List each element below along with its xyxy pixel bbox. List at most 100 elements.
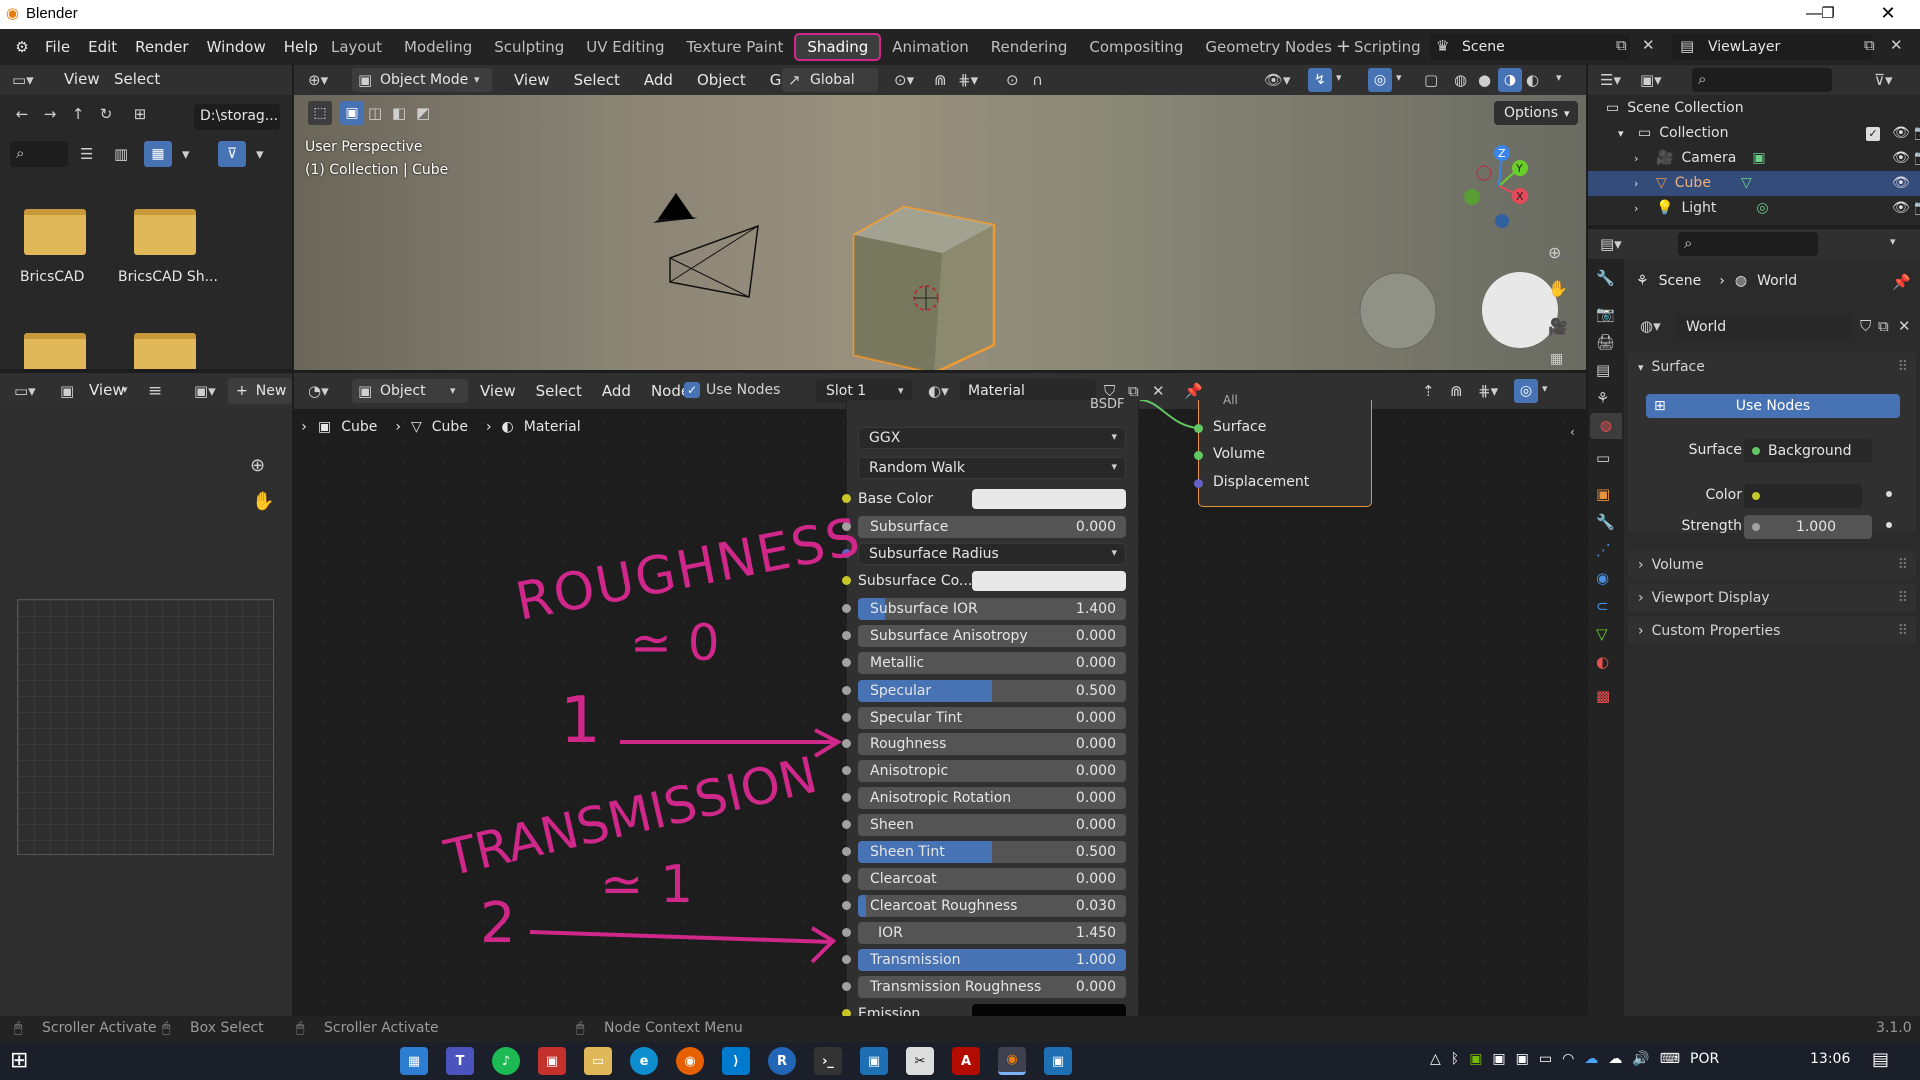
world-browse-icon[interactable]: ◍▾ [1640,317,1661,335]
ortho-toggle-icon[interactable]: ▦ [1550,351,1563,367]
eye-icon[interactable]: 👁 [1892,121,1910,146]
strength-field[interactable]: 1.000 [1744,515,1872,539]
use-nodes-button[interactable]: ⊞ Use Nodes [1646,394,1900,418]
object-tab-icon[interactable]: ▣ [1596,485,1610,503]
input-transmission[interactable]: Transmission 1.000 [858,949,1126,971]
hamburger-menu-icon[interactable]: ≡ [148,381,162,401]
tab-modeling[interactable]: Modeling [393,33,483,61]
vertical-list-icon[interactable]: ☰ [80,145,93,163]
windows-start-icon[interactable]: ⊞ [10,1048,36,1074]
eye-icon[interactable]: 👁 [1892,171,1910,196]
input-sheen[interactable]: Sheen 0.000 [858,814,1126,836]
modifier-tab-icon[interactable]: 🔧 [1596,513,1615,531]
remove-view-layer-icon[interactable]: ✕ [1890,36,1903,54]
volume-panel-header[interactable]: › Volume ⠿ [1628,551,1916,579]
input-ior[interactable]: IOR 1.450 [858,922,1126,944]
gpu-icon[interactable]: ▣ [1469,1051,1482,1067]
viewport-menu-object[interactable]: Object [685,71,758,89]
menu-render[interactable]: Render [126,38,197,56]
terminal-icon[interactable]: ›_ [814,1047,842,1075]
scene-tab-icon[interactable]: ⚘ [1596,389,1609,407]
tab-scripting[interactable]: Scripting [1343,33,1432,61]
tab-rendering[interactable]: Rendering [980,33,1079,61]
viewport-menu-view[interactable]: View [502,71,562,89]
folder-item[interactable]: BricsCAD Sh... [118,209,218,299]
fb-menu-view[interactable]: View [55,70,109,88]
snap-icon[interactable]: ⋒ [934,71,947,89]
tab-uv-editing[interactable]: UV Editing [575,33,675,61]
input-sheen-tint[interactable]: Sheen Tint 0.500 [858,841,1126,863]
menu-file[interactable]: File [36,38,79,56]
clock[interactable]: 13:06 [1810,1051,1850,1067]
wifi-icon[interactable]: ◠ [1562,1051,1574,1067]
pin-icon[interactable]: 📌 [1892,273,1911,291]
output-tab-icon[interactable]: 🖨 [1596,333,1615,351]
network-icon[interactable]: ⌨ [1660,1051,1680,1067]
new-folder-icon[interactable]: ⊞ [120,105,160,123]
bluetooth-icon[interactable]: ᛒ [1451,1051,1459,1067]
texture-tab-icon[interactable]: ▩ [1596,687,1610,705]
material-shading-icon[interactable]: ◑ [1498,68,1522,92]
edge-icon[interactable]: e [630,1047,658,1075]
physics-tab-icon[interactable]: ◉ [1596,569,1609,587]
rendered-shading-icon[interactable]: ◐ [1526,71,1539,89]
scene-selector[interactable]: Scene [1430,34,1630,60]
file-explorer-icon[interactable]: ▭ [584,1047,612,1075]
node-menu-view[interactable]: View [470,382,526,400]
collection-tab-icon[interactable]: ▭ [1596,449,1610,467]
gizmo-dropdown-icon[interactable]: ▾ [1336,71,1342,84]
vscode-icon[interactable]: ⟩ [722,1047,750,1075]
tab-animation[interactable]: Animation [881,33,979,61]
tab-sculpting[interactable]: Sculpting [483,33,575,61]
drive-icon[interactable]: △ [1430,1051,1441,1067]
world-name-field[interactable]: World [1676,315,1852,339]
thumbnail-view-icon[interactable]: ▦ [144,141,172,167]
xray-icon[interactable]: ▢ [1424,71,1438,89]
add-workspace-icon[interactable]: + [1336,36,1351,57]
keyframe-dot-icon[interactable] [1886,522,1892,528]
folder-icon[interactable] [24,333,86,369]
eye-icon[interactable]: 👁 [1892,146,1910,171]
checkbox-checked-icon[interactable]: ✓ [1866,127,1880,141]
outliner-scene-collection[interactable]: ▭ Scene Collection [1606,96,1916,121]
navigation-gizmo[interactable]: Z Y X [1454,141,1544,231]
app-icon[interactable]: ▣ [538,1047,566,1075]
input-subsurface-radius[interactable]: Subsurface Radius ▾ [858,543,1126,565]
expand-icon[interactable]: ▾ [1618,121,1634,146]
render-tab-icon[interactable]: 📷 [1596,305,1615,323]
duplicate-material-icon[interactable]: ⧉ [1128,382,1139,400]
horizontal-list-icon[interactable]: ▥ [114,145,128,163]
viewport-menu-select[interactable]: Select [562,71,632,89]
falloff-icon[interactable]: ∩ [1032,71,1043,89]
keyframe-dot-icon[interactable] [1886,491,1892,497]
snap-target-icon[interactable]: ⋕▾ [958,71,978,89]
input-roughness[interactable]: Roughness 0.000 [858,733,1126,755]
gizmo-toggle-icon[interactable]: ↯ [1308,68,1332,92]
back-icon[interactable]: ← [8,105,36,123]
color-swatch-subsurface-co[interactable] [972,571,1126,591]
editor-type-icon[interactable]: ▭▾ [14,382,36,400]
node-menu-select[interactable]: Select [526,382,592,400]
input-metallic[interactable]: Metallic 0.000 [858,652,1126,674]
input-clearcoat[interactable]: Clearcoat 0.000 [858,868,1126,890]
filter-icon[interactable]: ⊽▾ [1874,71,1893,89]
duplicate-world-icon[interactable]: ⧉ [1878,317,1889,335]
display-mode-icon[interactable]: ▣▾ [1640,71,1662,89]
camera-render-icon[interactable]: 📷 [1914,121,1920,146]
viewport-menu-add[interactable]: Add [632,71,685,89]
view-mode-icon[interactable]: ▣ [60,382,74,400]
world-tab-icon[interactable]: ◍ [1590,413,1622,439]
zoom-icon[interactable]: ⊕ [1548,243,1561,262]
r-icon[interactable]: R [768,1047,796,1075]
surface-shader-field[interactable]: Background [1744,439,1872,463]
solid-shading-icon[interactable]: ● [1478,71,1491,89]
outliner-row-camera[interactable]: › 🎥 Camera ▣ 👁 📷 [1634,146,1920,171]
snap-icon[interactable]: ⋒ [1450,382,1463,400]
proportional-edit-icon[interactable]: ⊙ [1006,71,1019,89]
chevron-down-icon[interactable]: ▾ [1890,235,1896,248]
file-search-field[interactable]: ⌕ [10,141,68,167]
constraints-tab-icon[interactable]: ⊂ [1596,597,1609,615]
teams-icon[interactable]: T [446,1047,474,1075]
app-tray-icon[interactable]: ▣ [1492,1051,1505,1067]
onedrive-icon[interactable]: ☁ [1584,1051,1598,1067]
